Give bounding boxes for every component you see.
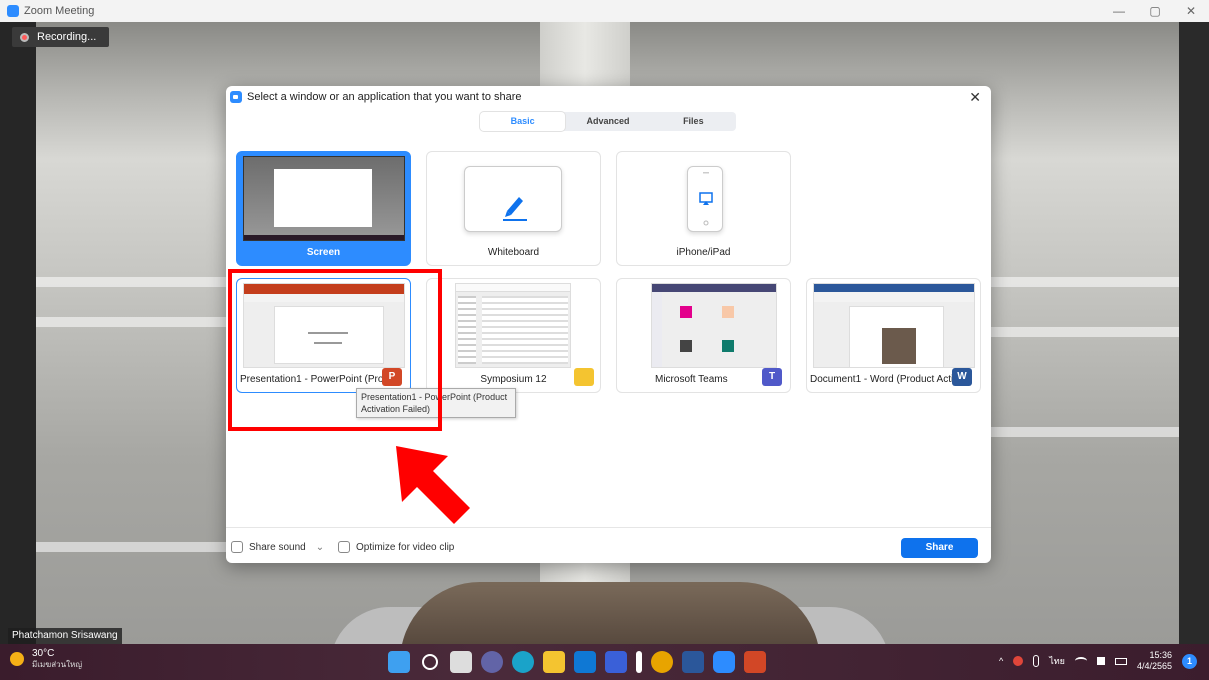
recording-label: Recording... xyxy=(37,31,97,43)
clock[interactable]: 15:36 4/4/2565 xyxy=(1137,650,1172,672)
share-button[interactable]: Share xyxy=(901,538,978,558)
annotation-arrow-icon xyxy=(396,446,470,524)
video-blind-stripe xyxy=(991,427,1179,437)
close-window-button[interactable]: ✕ xyxy=(1173,0,1209,22)
participant-name: Phatchamon Srisawang xyxy=(8,628,122,644)
word-taskbar-icon[interactable] xyxy=(682,651,704,673)
phone-frame xyxy=(687,166,723,232)
share-tabs: Basic Advanced Files xyxy=(480,112,736,131)
tab-files[interactable]: Files xyxy=(651,112,736,131)
language-indicator[interactable]: ไทย xyxy=(1049,654,1065,668)
share-sound-dropdown-icon[interactable]: ⌄ xyxy=(316,542,324,553)
search-icon[interactable] xyxy=(422,654,438,670)
dropbox-icon[interactable] xyxy=(605,651,627,673)
zoom-app-icon xyxy=(7,5,19,17)
optimize-video-option[interactable]: Optimize for video clip xyxy=(338,541,454,553)
system-tray: ^ ไทย 15:36 4/4/2565 1 xyxy=(989,650,1197,672)
window-titlebar: Zoom Meeting — ▢ ✕ xyxy=(0,0,1209,22)
microphone-icon[interactable] xyxy=(1033,655,1040,667)
share-item-file-explorer[interactable]: Symposium 12 xyxy=(426,278,601,393)
video-blind-stripe xyxy=(36,542,226,552)
share-item-label: Screen xyxy=(306,247,341,258)
whiteboard-frame xyxy=(464,166,562,232)
tab-basic[interactable]: Basic xyxy=(480,112,566,131)
share-item-word[interactable]: Document1 - Word (Product Acti... W xyxy=(806,278,981,393)
folder-icon xyxy=(574,368,594,386)
weather-sun-icon xyxy=(10,652,24,666)
window-controls: — ▢ ✕ xyxy=(1101,0,1209,22)
zoom-logo-icon xyxy=(230,91,242,103)
dialog-title: Select a window or an application that y… xyxy=(247,91,522,103)
dialog-title-bar: Select a window or an application that y… xyxy=(230,91,522,103)
pencil-icon xyxy=(503,197,527,221)
teams-chat-icon[interactable] xyxy=(481,651,503,673)
teams-thumbnail xyxy=(651,283,777,368)
optimize-video-checkbox[interactable] xyxy=(338,541,350,553)
clock-time: 15:36 xyxy=(1149,650,1172,660)
windows-taskbar: 30°C มีเมฆส่วนใหญ่ ^ ไทย 15:36 4/4/2565 … xyxy=(0,644,1209,680)
weather-desc: มีเมฆส่วนใหญ่ xyxy=(32,660,83,669)
footer-divider xyxy=(226,527,991,528)
share-item-screen[interactable]: Screen xyxy=(236,151,411,266)
minimize-button[interactable]: — xyxy=(1101,0,1137,22)
video-background-right xyxy=(1179,22,1209,644)
explorer-thumbnail xyxy=(455,283,571,368)
share-item-label: Whiteboard xyxy=(487,247,540,258)
share-item-teams[interactable]: Microsoft Teams T xyxy=(616,278,791,393)
recording-indicator[interactable]: Recording... xyxy=(12,27,109,47)
screen-thumbnail xyxy=(243,156,405,241)
volume-icon[interactable] xyxy=(1096,657,1105,665)
share-item-iphone-ipad[interactable]: iPhone/iPad xyxy=(616,151,791,266)
share-sound-checkbox[interactable] xyxy=(231,541,243,553)
restore-button[interactable]: ▢ xyxy=(1137,0,1173,22)
tray-app-icon[interactable] xyxy=(1013,656,1024,666)
share-item-whiteboard[interactable]: Whiteboard xyxy=(426,151,601,266)
clock-date: 4/4/2565 xyxy=(1136,661,1172,671)
video-blind-stripe xyxy=(991,277,1179,287)
share-sound-label: Share sound xyxy=(249,541,306,553)
airplay-icon xyxy=(699,172,713,226)
annotation-highlight-box xyxy=(228,269,442,431)
video-blind-stripe xyxy=(36,317,226,327)
word-thumbnail xyxy=(813,283,975,368)
word-icon: W xyxy=(952,368,972,386)
video-person xyxy=(400,582,820,644)
powerpoint-taskbar-icon[interactable] xyxy=(744,651,766,673)
weather-temp: 30°C xyxy=(32,648,55,659)
chrome-icon[interactable] xyxy=(651,651,673,673)
teams-icon: T xyxy=(762,368,782,386)
task-view-icon[interactable] xyxy=(450,651,472,673)
window-title: Zoom Meeting xyxy=(24,5,95,17)
close-dialog-button[interactable]: ✕ xyxy=(969,89,981,106)
optimize-video-label: Optimize for video clip xyxy=(356,541,455,553)
notification-badge[interactable]: 1 xyxy=(1182,653,1197,669)
weather-widget[interactable]: 30°C มีเมฆส่วนใหญ่ xyxy=(10,648,82,670)
share-sound-option[interactable]: Share sound ⌄ xyxy=(231,541,324,553)
tray-chevron-icon[interactable]: ^ xyxy=(999,656,1003,666)
zoom-taskbar-icon[interactable] xyxy=(713,651,735,673)
share-item-label: iPhone/iPad xyxy=(676,247,731,258)
wifi-icon[interactable] xyxy=(1074,657,1087,665)
start-windows-icon[interactable] xyxy=(388,651,410,673)
file-explorer-icon[interactable] xyxy=(543,651,565,673)
mail-icon[interactable] xyxy=(574,651,596,673)
video-background-left xyxy=(0,22,36,644)
record-icon xyxy=(20,32,29,42)
video-blind-stripe xyxy=(991,327,1179,337)
battery-icon[interactable] xyxy=(1114,657,1127,665)
taskbar-apps xyxy=(388,651,775,673)
tab-advanced[interactable]: Advanced xyxy=(565,112,650,131)
video-blind-stripe xyxy=(36,277,226,287)
edge-icon[interactable] xyxy=(512,651,534,673)
power-automate-icon[interactable] xyxy=(636,651,642,673)
